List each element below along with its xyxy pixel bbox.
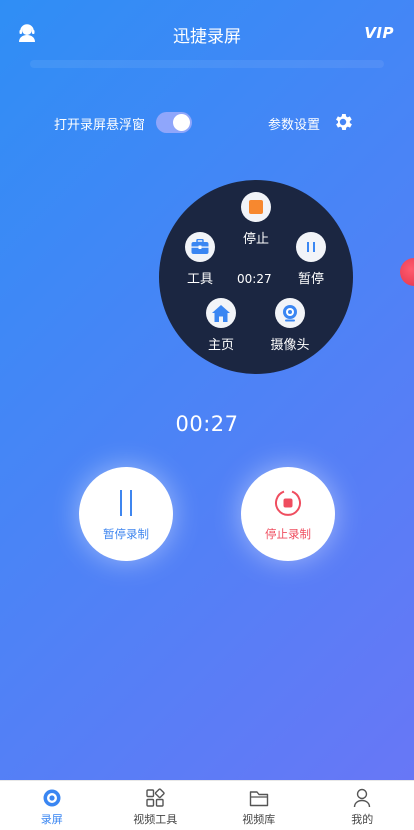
pause-recording-button[interactable]: 暂停录制 bbox=[79, 467, 173, 561]
home-icon bbox=[206, 298, 236, 328]
float-tools-item[interactable]: 工具 bbox=[165, 232, 235, 287]
record-icon bbox=[42, 788, 62, 808]
recording-timer: 00:27 bbox=[175, 412, 239, 436]
settings-row: 打开录屏悬浮窗 参数设置 bbox=[0, 110, 414, 136]
nav-item-label: 视频工具 bbox=[133, 813, 178, 826]
grid-tools-icon bbox=[145, 788, 165, 808]
stop-recording-button[interactable]: 停止录制 bbox=[241, 467, 335, 561]
header-divider bbox=[30, 60, 384, 68]
vip-button[interactable]: VIP bbox=[364, 24, 394, 42]
float-stop-label: 停止 bbox=[242, 232, 269, 247]
bottom-navigation: 录屏 视频工具 视频库 我的 bbox=[0, 780, 414, 830]
pause-icon bbox=[296, 232, 326, 262]
nav-item-label: 录屏 bbox=[40, 813, 63, 826]
toolbox-icon bbox=[185, 232, 215, 262]
params-settings-label[interactable]: 参数设置 bbox=[268, 114, 320, 133]
pause-recording-label: 暂停录制 bbox=[103, 527, 149, 541]
header: 迅捷录屏 VIP bbox=[0, 0, 414, 64]
float-tools-label: 工具 bbox=[186, 272, 213, 287]
nav-item-video-library[interactable]: 视频库 bbox=[207, 781, 311, 830]
float-timer: 00:27 bbox=[237, 272, 272, 286]
stop-square-icon bbox=[241, 192, 271, 222]
nav-item-video-tools[interactable]: 视频工具 bbox=[104, 781, 208, 830]
gear-icon[interactable] bbox=[332, 111, 354, 133]
float-pause-item[interactable]: 暂停 bbox=[276, 232, 346, 287]
floating-window-label: 打开录屏悬浮窗 bbox=[54, 118, 146, 133]
stop-recording-label: 停止录制 bbox=[265, 527, 311, 541]
float-home-label: 主页 bbox=[207, 338, 234, 353]
page-title: 迅捷录屏 bbox=[173, 27, 241, 47]
float-camera-label: 摄像头 bbox=[270, 338, 310, 353]
floating-window-toggle[interactable] bbox=[156, 112, 192, 133]
nav-item-label: 我的 bbox=[351, 813, 374, 826]
stop-circle-icon bbox=[274, 489, 302, 517]
float-pause-label: 暂停 bbox=[297, 272, 324, 287]
nav-item-record[interactable]: 录屏 bbox=[0, 781, 104, 830]
toggle-knob bbox=[173, 114, 190, 131]
nav-item-label: 视频库 bbox=[242, 813, 276, 826]
webcam-icon bbox=[275, 298, 305, 328]
float-camera-item[interactable]: 摄像头 bbox=[255, 298, 325, 353]
person-icon bbox=[352, 788, 372, 808]
folder-icon bbox=[249, 788, 269, 808]
float-home-item[interactable]: 主页 bbox=[186, 298, 256, 353]
pause-bars-icon bbox=[118, 489, 134, 517]
floating-control-menu: 停止 工具 暂停 00:27 主页 摄像头 bbox=[159, 180, 353, 374]
nav-item-mine[interactable]: 我的 bbox=[311, 781, 414, 830]
floating-ball-handle[interactable] bbox=[400, 258, 414, 286]
